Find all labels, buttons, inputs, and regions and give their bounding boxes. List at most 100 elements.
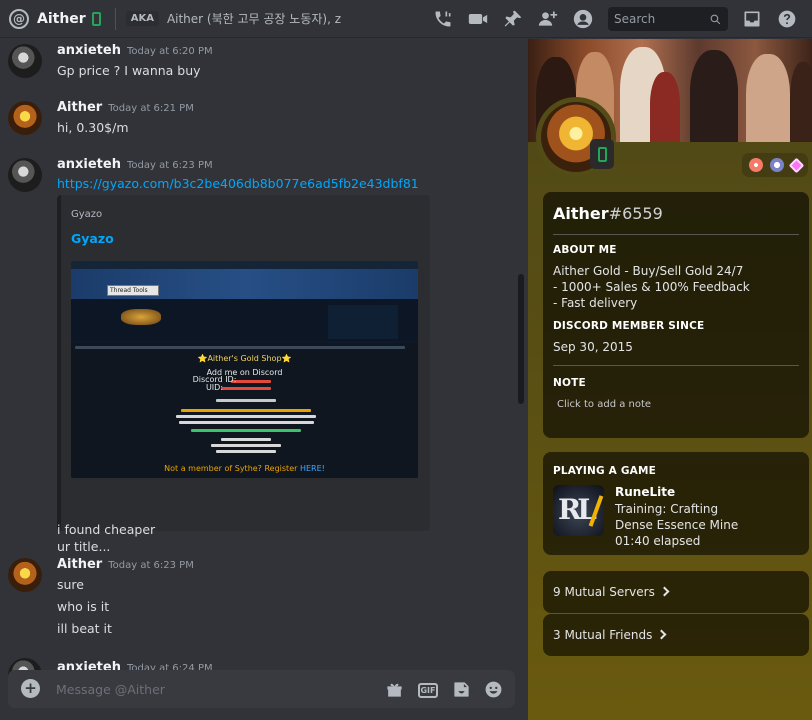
profile-badges xyxy=(742,153,808,177)
emoji-icon[interactable] xyxy=(483,679,503,699)
message-timestamp: Today at 6:23 PM xyxy=(108,560,194,571)
image-text-line xyxy=(216,450,276,453)
message-list[interactable]: anxieteh Today at 6:20 PM Gp price ? I wa… xyxy=(0,39,528,720)
message-text: ill beat it xyxy=(57,621,112,636)
image-nav-bar xyxy=(71,261,418,269)
avatar[interactable] xyxy=(8,101,42,135)
message-header: Aither Today at 6:21 PM xyxy=(57,100,194,115)
gift-icon[interactable] xyxy=(384,679,404,699)
profile-username[interactable]: Aither#6559 xyxy=(553,204,663,223)
message-timestamp: Today at 6:20 PM xyxy=(126,46,213,57)
add-friend-to-dm-icon[interactable] xyxy=(538,9,558,29)
image-footer-link: HERE! xyxy=(299,464,325,473)
image-text-line xyxy=(221,438,271,441)
message-text: i found cheaper xyxy=(57,522,156,537)
search-input[interactable]: Search xyxy=(608,7,728,31)
aka-badge: AKA xyxy=(125,11,159,26)
banner-figure xyxy=(650,72,680,142)
message-author[interactable]: Aither xyxy=(57,557,102,572)
embed-image[interactable]: Thread Tools ⭐Aither's Gold Shop⭐ Add me… xyxy=(71,261,418,478)
link-embed: Gyazo Gyazo Thread Tools ⭐Aither's Gold … xyxy=(57,195,430,531)
mutual-label: 9 Mutual Servers xyxy=(553,585,670,599)
activity-card: PLAYING A GAME RL RuneLite Training: Cra… xyxy=(543,452,809,555)
message-group: Aither Today at 6:21 PM hi, 0.30$/m xyxy=(0,96,520,146)
image-logo xyxy=(121,309,161,325)
about-me-line: Aither Gold - Buy/Sell Gold 24/7 xyxy=(553,264,744,278)
aka-names: Aither (북한 고무 공장 노동자), z xyxy=(166,12,342,26)
card-divider xyxy=(553,234,799,235)
mutual-servers-label: 9 Mutual Servers xyxy=(553,585,655,599)
game-detail: Training: Crafting xyxy=(615,502,719,516)
voice-call-icon[interactable] xyxy=(433,9,453,29)
embed-title[interactable]: Gyazo xyxy=(71,231,114,246)
profile-discriminator: #6559 xyxy=(608,204,663,223)
message-text: hi, 0.30$/m xyxy=(57,120,129,135)
message-input[interactable]: Message @Aither xyxy=(56,682,165,697)
banner-figure xyxy=(690,50,738,142)
chevron-right-icon xyxy=(659,586,670,597)
message-author[interactable]: Aither xyxy=(57,100,102,115)
chat-scrollbar[interactable] xyxy=(518,274,524,404)
avatar[interactable] xyxy=(8,158,42,192)
game-state: Dense Essence Mine xyxy=(615,518,739,532)
message-author[interactable]: anxieteh xyxy=(57,43,121,58)
note-input[interactable]: Click to add a note xyxy=(557,399,651,410)
mobile-status-icon xyxy=(590,139,614,169)
message-timestamp: Today at 6:21 PM xyxy=(108,103,194,114)
banner-figure xyxy=(790,62,812,142)
image-text-line xyxy=(211,444,281,447)
image-popup: Thread Tools xyxy=(107,285,159,296)
mutual-servers-button[interactable]: 9 Mutual Servers xyxy=(543,571,809,613)
game-name: RuneLite xyxy=(615,485,676,499)
image-footer-text: Not a member of Sythe? Register xyxy=(164,464,298,473)
image-text-line xyxy=(179,421,314,424)
about-me-title: ABOUT ME xyxy=(553,244,617,256)
embed-provider: Gyazo xyxy=(71,209,103,220)
message-text: ur title... xyxy=(57,539,111,554)
search-placeholder: Search xyxy=(614,12,656,26)
user-profile-icon[interactable] xyxy=(573,9,593,29)
profile-display-name: Aither xyxy=(553,204,609,223)
sticker-icon[interactable] xyxy=(451,679,471,699)
message-composer: + Message @Aither GIF xyxy=(8,670,515,708)
message-group: anxieteh Today at 6:20 PM Gp price ? I wa… xyxy=(0,39,520,89)
image-shop-title: ⭐Aither's Gold Shop⭐ xyxy=(197,354,292,363)
message-header: Aither Today at 6:23 PM xyxy=(57,557,194,572)
avatar[interactable] xyxy=(8,558,42,592)
message-text: sure xyxy=(57,577,84,592)
upload-plus-icon[interactable]: + xyxy=(21,679,40,698)
search-icon xyxy=(710,14,721,24)
nitro-badge-icon[interactable] xyxy=(769,158,784,172)
activity-title: PLAYING A GAME xyxy=(553,465,657,477)
note-title: NOTE xyxy=(553,377,586,389)
chevron-right-icon xyxy=(656,629,667,640)
at-icon: @ xyxy=(9,8,29,29)
mutual-friends-button[interactable]: 3 Mutual Friends xyxy=(543,614,809,656)
image-text-line xyxy=(181,409,311,412)
help-icon[interactable] xyxy=(777,9,797,29)
image-text-line xyxy=(216,399,276,402)
boost-gem-badge-icon[interactable] xyxy=(788,157,804,173)
pin-icon[interactable] xyxy=(503,9,523,29)
member-since-title: DISCORD MEMBER SINCE xyxy=(553,320,705,332)
about-me-line: - Fast delivery xyxy=(553,296,638,310)
video-call-icon[interactable] xyxy=(468,9,488,29)
image-sidebar xyxy=(328,305,398,339)
banner-figure xyxy=(746,54,790,142)
gif-picker-icon[interactable]: GIF xyxy=(418,679,438,699)
inbox-icon[interactable] xyxy=(742,9,762,29)
dm-title[interactable]: Aither xyxy=(37,11,86,27)
image-uid: UID: xyxy=(205,383,224,392)
message-author[interactable]: anxieteh xyxy=(57,157,121,172)
mutual-label: 3 Mutual Friends xyxy=(553,628,667,642)
card-divider xyxy=(553,365,799,366)
server-booster-badge-icon[interactable] xyxy=(748,158,763,172)
avatar[interactable] xyxy=(8,44,42,78)
image-footer: Not a member of Sythe? Register HERE! xyxy=(71,464,418,473)
message-text: Gp price ? I wanna buy xyxy=(57,63,201,78)
message-header: anxieteh Today at 6:20 PM xyxy=(57,43,213,58)
runelite-icon[interactable]: RL xyxy=(553,485,604,536)
user-profile-panel: Aither#6559 ABOUT ME Aither Gold - Buy/S… xyxy=(528,39,812,720)
message-timestamp: Today at 6:23 PM xyxy=(126,160,213,171)
message-link[interactable]: https://gyazo.com/b3c2be406db8b077e6ad5f… xyxy=(57,176,419,191)
